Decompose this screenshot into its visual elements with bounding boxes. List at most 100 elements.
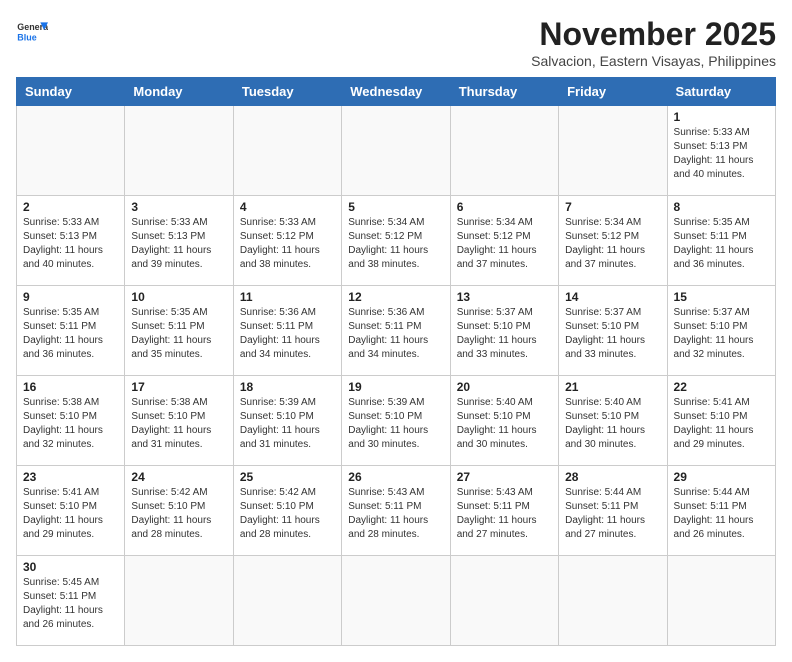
location-subtitle: Salvacion, Eastern Visayas, Philippines bbox=[531, 53, 776, 69]
calendar-week-row: 2Sunrise: 5:33 AMSunset: 5:13 PMDaylight… bbox=[17, 196, 776, 286]
calendar-day-cell bbox=[342, 106, 450, 196]
calendar-day-cell: 16 Sunrise: 5:38 AMSunset: 5:10 PMDayligh… bbox=[17, 376, 125, 466]
day-number: 4 bbox=[240, 200, 335, 214]
day-number: 11 bbox=[240, 290, 335, 304]
day-number: 14 bbox=[565, 290, 660, 304]
day-number: 28 bbox=[565, 470, 660, 484]
day-info: Sunrise: 5:37 AMSunset: 5:10 PMDaylight:… bbox=[457, 306, 552, 362]
calendar-day-cell: 23 Sunrise: 5:41 AMSunset: 5:10 PMDayligh… bbox=[17, 466, 125, 556]
title-block: November 2025 Salvacion, Eastern Visayas… bbox=[531, 16, 776, 69]
calendar-day-cell: 29 Sunrise: 5:44 AMSunset: 5:11 PMDayligh… bbox=[667, 466, 775, 556]
weekday-header-wednesday: Wednesday bbox=[342, 78, 450, 106]
day-number: 20 bbox=[457, 380, 552, 394]
calendar-day-cell: 15 Sunrise: 5:37 AMSunset: 5:10 PMDayligh… bbox=[667, 286, 775, 376]
svg-text:Blue: Blue bbox=[17, 32, 36, 42]
calendar-day-cell bbox=[233, 556, 341, 646]
day-info: Sunrise: 5:39 AMSunset: 5:10 PMDaylight:… bbox=[348, 396, 443, 452]
day-info: Sunrise: 5:37 AMSunset: 5:10 PMDaylight:… bbox=[565, 306, 660, 362]
day-info: Sunrise: 5:36 AMSunset: 5:11 PMDaylight:… bbox=[240, 306, 335, 362]
calendar-day-cell: 18Sunrise: 5:39 AMSunset: 5:10 PMDayligh… bbox=[233, 376, 341, 466]
day-number: 15 bbox=[674, 290, 769, 304]
day-info: Sunrise: 5:42 AMSunset: 5:10 PMDaylight:… bbox=[131, 486, 226, 542]
day-info: Sunrise: 5:37 AMSunset: 5:10 PMDaylight:… bbox=[674, 306, 769, 362]
day-info: Sunrise: 5:33 AMSunset: 5:13 PMDaylight:… bbox=[131, 216, 226, 272]
day-info: Sunrise: 5:38 AMSunset: 5:10 PMDaylight:… bbox=[23, 396, 118, 452]
weekday-header-tuesday: Tuesday bbox=[233, 78, 341, 106]
calendar-day-cell bbox=[559, 556, 667, 646]
calendar-day-cell: 14 Sunrise: 5:37 AMSunset: 5:10 PMDayligh… bbox=[559, 286, 667, 376]
day-number: 30 bbox=[23, 560, 118, 574]
calendar-day-cell: 7 Sunrise: 5:34 AMSunset: 5:12 PMDaylight… bbox=[559, 196, 667, 286]
day-number: 17 bbox=[131, 380, 226, 394]
calendar-day-cell: 17 Sunrise: 5:38 AMSunset: 5:10 PMDayligh… bbox=[125, 376, 233, 466]
calendar-day-cell: 24 Sunrise: 5:42 AMSunset: 5:10 PMDayligh… bbox=[125, 466, 233, 556]
day-info: Sunrise: 5:41 AMSunset: 5:10 PMDaylight:… bbox=[23, 486, 118, 542]
calendar-table: SundayMondayTuesdayWednesdayThursdayFrid… bbox=[16, 77, 776, 646]
calendar-day-cell: 19 Sunrise: 5:39 AMSunset: 5:10 PMDayligh… bbox=[342, 376, 450, 466]
day-number: 6 bbox=[457, 200, 552, 214]
day-info: Sunrise: 5:43 AMSunset: 5:11 PMDaylight:… bbox=[348, 486, 443, 542]
day-info: Sunrise: 5:34 AMSunset: 5:12 PMDaylight:… bbox=[348, 216, 443, 272]
calendar-day-cell bbox=[559, 106, 667, 196]
calendar-day-cell: 9 Sunrise: 5:35 AMSunset: 5:11 PMDaylight… bbox=[17, 286, 125, 376]
calendar-week-row: 1Sunrise: 5:33 AMSunset: 5:13 PMDaylight… bbox=[17, 106, 776, 196]
day-info: Sunrise: 5:35 AMSunset: 5:11 PMDaylight:… bbox=[674, 216, 769, 272]
day-info: Sunrise: 5:33 AMSunset: 5:13 PMDaylight:… bbox=[23, 216, 118, 272]
calendar-day-cell bbox=[233, 106, 341, 196]
calendar-week-row: 30 Sunrise: 5:45 AMSunset: 5:11 PMDayligh… bbox=[17, 556, 776, 646]
calendar-day-cell bbox=[450, 106, 558, 196]
day-info: Sunrise: 5:45 AMSunset: 5:11 PMDaylight:… bbox=[23, 576, 118, 632]
day-info: Sunrise: 5:40 AMSunset: 5:10 PMDaylight:… bbox=[457, 396, 552, 452]
day-number: 27 bbox=[457, 470, 552, 484]
weekday-header-sunday: Sunday bbox=[17, 78, 125, 106]
weekday-header-row: SundayMondayTuesdayWednesdayThursdayFrid… bbox=[17, 78, 776, 106]
day-number: 8 bbox=[674, 200, 769, 214]
weekday-header-monday: Monday bbox=[125, 78, 233, 106]
day-number: 19 bbox=[348, 380, 443, 394]
day-number: 1 bbox=[674, 110, 769, 124]
day-number: 24 bbox=[131, 470, 226, 484]
day-info: Sunrise: 5:38 AMSunset: 5:10 PMDaylight:… bbox=[131, 396, 226, 452]
calendar-day-cell: 20 Sunrise: 5:40 AMSunset: 5:10 PMDayligh… bbox=[450, 376, 558, 466]
day-number: 25 bbox=[240, 470, 335, 484]
day-number: 5 bbox=[348, 200, 443, 214]
calendar-day-cell bbox=[17, 106, 125, 196]
day-number: 16 bbox=[23, 380, 118, 394]
weekday-header-thursday: Thursday bbox=[450, 78, 558, 106]
day-number: 22 bbox=[674, 380, 769, 394]
day-number: 13 bbox=[457, 290, 552, 304]
day-number: 29 bbox=[674, 470, 769, 484]
day-info: Sunrise: 5:34 AMSunset: 5:12 PMDaylight:… bbox=[457, 216, 552, 272]
logo-icon: General Blue bbox=[16, 16, 48, 48]
calendar-day-cell: 1Sunrise: 5:33 AMSunset: 5:13 PMDaylight… bbox=[667, 106, 775, 196]
calendar-day-cell: 2Sunrise: 5:33 AMSunset: 5:13 PMDaylight… bbox=[17, 196, 125, 286]
calendar-week-row: 16 Sunrise: 5:38 AMSunset: 5:10 PMDayligh… bbox=[17, 376, 776, 466]
calendar-day-cell: 10Sunrise: 5:35 AMSunset: 5:11 PMDayligh… bbox=[125, 286, 233, 376]
day-info: Sunrise: 5:39 AMSunset: 5:10 PMDaylight:… bbox=[240, 396, 335, 452]
day-info: Sunrise: 5:34 AMSunset: 5:12 PMDaylight:… bbox=[565, 216, 660, 272]
calendar-day-cell: 3 Sunrise: 5:33 AMSunset: 5:13 PMDaylight… bbox=[125, 196, 233, 286]
calendar-day-cell: 26Sunrise: 5:43 AMSunset: 5:11 PMDayligh… bbox=[342, 466, 450, 556]
day-number: 7 bbox=[565, 200, 660, 214]
month-year-title: November 2025 bbox=[531, 16, 776, 53]
day-info: Sunrise: 5:44 AMSunset: 5:11 PMDaylight:… bbox=[674, 486, 769, 542]
day-number: 3 bbox=[131, 200, 226, 214]
weekday-header-friday: Friday bbox=[559, 78, 667, 106]
calendar-day-cell: 11 Sunrise: 5:36 AMSunset: 5:11 PMDayligh… bbox=[233, 286, 341, 376]
day-number: 12 bbox=[348, 290, 443, 304]
calendar-day-cell bbox=[667, 556, 775, 646]
day-info: Sunrise: 5:43 AMSunset: 5:11 PMDaylight:… bbox=[457, 486, 552, 542]
calendar-day-cell: 27 Sunrise: 5:43 AMSunset: 5:11 PMDayligh… bbox=[450, 466, 558, 556]
calendar-day-cell bbox=[342, 556, 450, 646]
day-info: Sunrise: 5:35 AMSunset: 5:11 PMDaylight:… bbox=[23, 306, 118, 362]
calendar-day-cell: 28Sunrise: 5:44 AMSunset: 5:11 PMDayligh… bbox=[559, 466, 667, 556]
day-info: Sunrise: 5:35 AMSunset: 5:11 PMDaylight:… bbox=[131, 306, 226, 362]
calendar-day-cell: 21Sunrise: 5:40 AMSunset: 5:10 PMDayligh… bbox=[559, 376, 667, 466]
day-number: 9 bbox=[23, 290, 118, 304]
day-info: Sunrise: 5:40 AMSunset: 5:10 PMDaylight:… bbox=[565, 396, 660, 452]
logo: General Blue bbox=[16, 16, 48, 48]
day-number: 23 bbox=[23, 470, 118, 484]
calendar-day-cell: 13 Sunrise: 5:37 AMSunset: 5:10 PMDayligh… bbox=[450, 286, 558, 376]
calendar-day-cell: 5 Sunrise: 5:34 AMSunset: 5:12 PMDaylight… bbox=[342, 196, 450, 286]
calendar-day-cell: 22Sunrise: 5:41 AMSunset: 5:10 PMDayligh… bbox=[667, 376, 775, 466]
